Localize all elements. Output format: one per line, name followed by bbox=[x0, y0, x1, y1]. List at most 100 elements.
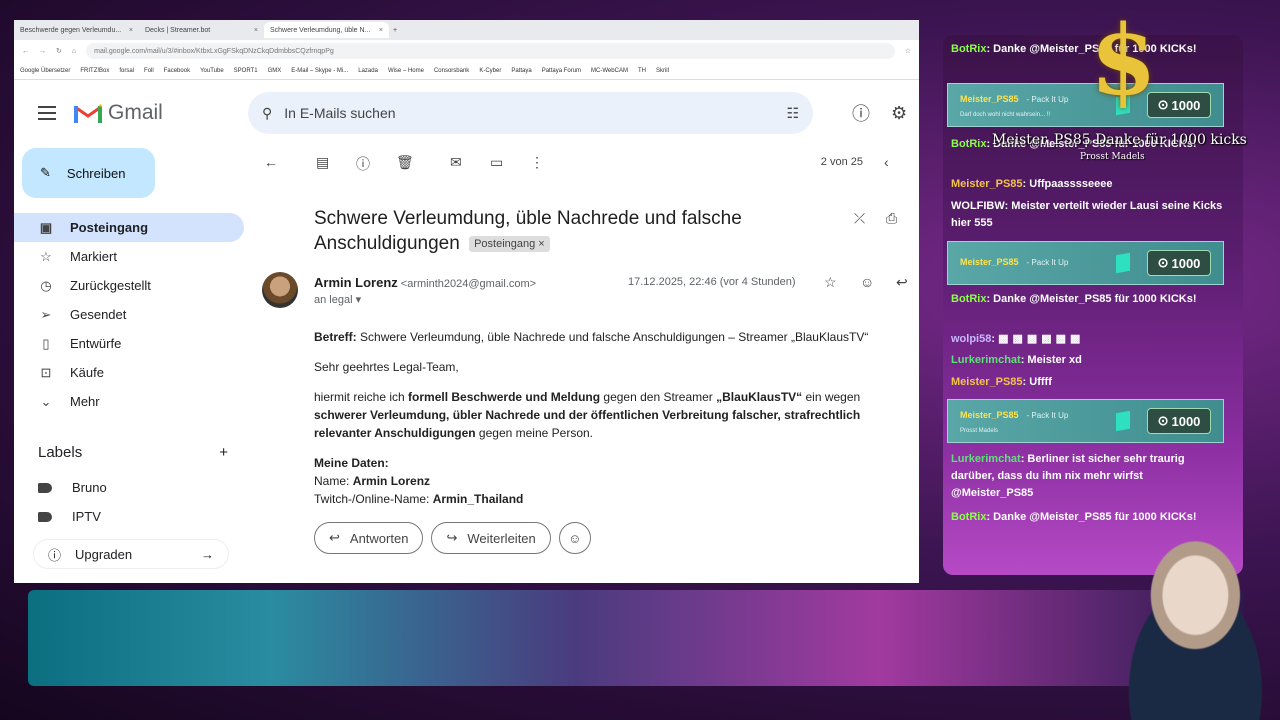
bookmark[interactable]: MC-WebCAM bbox=[591, 68, 628, 74]
bookmark[interactable]: Facebook bbox=[164, 68, 190, 74]
filter-options-icon[interactable]: ☷ bbox=[786, 105, 799, 122]
bookmark[interactable]: Foll bbox=[144, 68, 154, 74]
bookmark[interactable]: Lazada bbox=[358, 68, 378, 74]
menu-icon[interactable] bbox=[38, 106, 56, 120]
sidebar-item-snoozed[interactable]: ◷ Zurückgestellt bbox=[14, 271, 244, 300]
text-bold: „BlauKlausTV“ bbox=[716, 390, 803, 404]
upgrade-button[interactable]: ⓘ Upgraden → bbox=[34, 540, 228, 568]
mark-unread-icon[interactable]: ✉ bbox=[450, 154, 462, 171]
tab-label: Decks | Streamer.bot bbox=[145, 26, 211, 34]
text-span: ein wegen bbox=[802, 390, 861, 404]
chat-message: BotRix: Danke @Meister_PS85 für 1000 KIC… bbox=[951, 509, 1226, 526]
chat-user: BotRix bbox=[951, 43, 987, 55]
back-icon[interactable]: ← bbox=[22, 48, 29, 55]
url-bar[interactable]: mail.google.com/mail/u/3/#inbox/KtbxLxGg… bbox=[86, 43, 895, 59]
bookmark[interactable]: Consorsbank bbox=[434, 68, 469, 74]
close-icon[interactable]: × bbox=[254, 27, 258, 34]
sidebar-item-sent[interactable]: ➢ Gesendet bbox=[14, 300, 244, 329]
sidebar-item-purchases[interactable]: ⊡ Käufe bbox=[14, 358, 244, 387]
bookmark[interactable]: YouTube bbox=[200, 68, 224, 74]
compose-button[interactable]: ✎ Schreiben bbox=[22, 148, 155, 198]
tab-streamerbot[interactable]: Decks | Streamer.bot × bbox=[139, 22, 264, 38]
betreff-label: Betreff: bbox=[314, 330, 357, 344]
reload-icon[interactable]: ↻ bbox=[56, 47, 62, 55]
archive-icon[interactable]: ▤ bbox=[316, 154, 329, 171]
label-item-iptv[interactable]: IPTV bbox=[38, 509, 101, 524]
chat-text: : Uffpaasssseeee bbox=[1022, 178, 1113, 190]
body-betreff: Betreff: Schwere Verleumdung, üble Nachr… bbox=[314, 328, 914, 346]
new-tab-icon[interactable]: + bbox=[393, 27, 397, 34]
search-icon[interactable]: ⚲ bbox=[262, 105, 272, 122]
bookmark[interactable]: Pattaya bbox=[511, 68, 531, 74]
search-input[interactable]: In E-Mails suchen bbox=[284, 105, 786, 121]
sidebar-item-label: Entwürfe bbox=[70, 336, 122, 351]
forward-button[interactable]: ↪ Weiterleiten bbox=[431, 522, 551, 554]
collapse-icon[interactable]: ⤫ bbox=[854, 210, 865, 227]
labels-title: Labels bbox=[38, 444, 83, 461]
sender-name: Armin Lorenz <arminth2024@gmail.com> bbox=[314, 275, 536, 290]
label-item-bruno[interactable]: Bruno bbox=[38, 480, 107, 495]
text-span: hiermit reiche ich bbox=[314, 390, 409, 404]
more-options-icon[interactable]: ⋮ bbox=[530, 154, 544, 171]
kick-alert: Meister_PS85 - Pack It Up Prosst Madels ⊙… bbox=[947, 399, 1224, 443]
emoji-button[interactable]: ☺ bbox=[558, 522, 591, 554]
chat-user: Lurkerimchat bbox=[951, 453, 1021, 465]
help-icon[interactable]: ⓘ bbox=[852, 100, 870, 126]
bookmark[interactable]: FRITZ!Box bbox=[80, 68, 109, 74]
emoji-reaction-icon[interactable]: ☺ bbox=[860, 274, 874, 290]
search-bar[interactable]: ⚲ In E-Mails suchen ☷ bbox=[248, 92, 813, 134]
message-pane: ← ▤ ⓘ 🗑 ✉ ▭ ⋮ 2 von 25 ‹ Schwere Verleum… bbox=[248, 140, 919, 583]
reply-button[interactable]: ↩ Antworten bbox=[314, 522, 424, 554]
gem-icon bbox=[1116, 252, 1130, 274]
arrow-right-icon: → bbox=[201, 546, 214, 562]
bookmark[interactable]: Google Übersetzer bbox=[20, 68, 70, 74]
print-icon[interactable]: ⎙ bbox=[886, 210, 897, 227]
gmail-logo[interactable]: Gmail bbox=[74, 101, 163, 125]
sidebar-item-drafts[interactable]: ▯ Entwürfe bbox=[14, 329, 244, 358]
back-arrow-icon[interactable]: ← bbox=[264, 154, 278, 170]
dollar-sign-icon: $ bbox=[1090, 4, 1157, 117]
tab-gmail[interactable]: Schwere Verleumdung, üble N... × bbox=[264, 22, 389, 38]
bookmark[interactable]: Pattaya Forum bbox=[542, 68, 581, 74]
delete-icon[interactable]: 🗑 bbox=[396, 154, 414, 171]
bookmark[interactable]: Skrill bbox=[656, 68, 669, 74]
bookmark[interactable]: forsal bbox=[119, 68, 134, 74]
reply-label: Antworten bbox=[349, 530, 409, 546]
chat-message: Lurkerimchat: Berliner ist sicher sehr t… bbox=[951, 451, 1226, 502]
close-icon[interactable]: × bbox=[129, 27, 133, 34]
tab-beschwerde[interactable]: Beschwerde gegen Verleumdu... × bbox=[14, 22, 139, 38]
info-icon: ⓘ bbox=[48, 547, 62, 563]
star-icon[interactable]: ☆ bbox=[824, 274, 837, 291]
chat-user: BotRix bbox=[951, 293, 987, 305]
home-icon[interactable]: ⌂ bbox=[72, 48, 76, 55]
star-icon[interactable]: ☆ bbox=[905, 47, 911, 55]
sidebar-item-inbox[interactable]: ▣ Posteingang bbox=[14, 213, 244, 242]
browser-window: Beschwerde gegen Verleumdu... × Decks | S… bbox=[14, 20, 919, 583]
bookmark[interactable]: Wise – Home bbox=[388, 68, 424, 74]
sidebar-item-more[interactable]: ⌄ Mehr bbox=[14, 387, 244, 416]
bookmark[interactable]: K-Cyber bbox=[479, 68, 501, 74]
kick-user-name: Meister_PS85 bbox=[960, 410, 1019, 420]
chat-user: BotRix bbox=[951, 511, 987, 523]
add-label-icon[interactable]: + bbox=[219, 444, 228, 461]
move-to-icon[interactable]: ▭ bbox=[490, 154, 503, 171]
recipient-dropdown[interactable]: an legal ▾ bbox=[314, 293, 361, 306]
bookmark[interactable]: GMX bbox=[268, 68, 282, 74]
twitch-value: Armin_Thailand bbox=[432, 492, 524, 506]
upgrade-label: Upgraden bbox=[75, 546, 133, 562]
settings-gear-icon[interactable]: ⚙ bbox=[891, 103, 907, 124]
bookmark[interactable]: E-Mail – Skype - Mi... bbox=[291, 68, 348, 74]
close-icon[interactable]: × bbox=[379, 27, 383, 34]
reply-icon[interactable]: ↩ bbox=[896, 274, 908, 291]
sidebar-item-starred[interactable]: ☆ Markiert bbox=[14, 242, 244, 271]
recipient-text: an legal bbox=[314, 294, 353, 306]
chevron-left-icon[interactable]: ‹ bbox=[884, 154, 889, 170]
report-spam-icon[interactable]: ⓘ bbox=[356, 154, 370, 174]
bookmark[interactable]: TH bbox=[638, 68, 646, 74]
bookmark[interactable]: SPORT1 bbox=[234, 68, 258, 74]
forward-icon[interactable]: → bbox=[39, 48, 46, 55]
inbox-badge[interactable]: Posteingang × bbox=[469, 235, 550, 252]
chat-message: WOLFIBW: Meister verteilt wieder Lausi s… bbox=[951, 198, 1226, 232]
kick-message: Prosst Madels bbox=[960, 428, 999, 434]
avatar[interactable] bbox=[262, 272, 298, 308]
